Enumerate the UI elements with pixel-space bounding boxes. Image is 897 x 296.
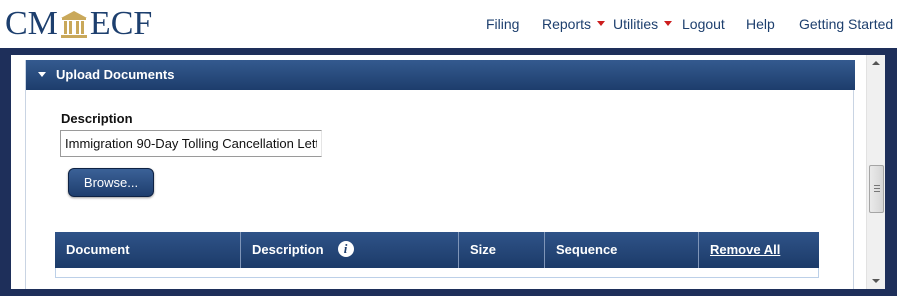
caret-down-icon	[597, 20, 606, 26]
scroll-viewport: Upload Documents Description Browse... D…	[11, 55, 885, 289]
nav-reports[interactable]: Reports	[542, 16, 606, 32]
browse-button[interactable]: Browse...	[68, 168, 154, 197]
scroll-up-button[interactable]	[867, 55, 885, 72]
grip-line	[874, 185, 880, 186]
caret-down-icon	[664, 20, 673, 26]
info-icon[interactable]: i	[337, 240, 354, 257]
nav-utilities-label: Utilities	[613, 16, 659, 32]
app-header: CM ECF Filing Reports Utilities Logout H…	[0, 0, 897, 48]
col-remove-all: Remove All	[699, 232, 819, 268]
nav-help[interactable]: Help	[746, 16, 775, 32]
col-document: Document	[55, 232, 241, 268]
upload-documents-header[interactable]: Upload Documents	[26, 60, 855, 90]
col-size: Size	[459, 232, 545, 268]
description-input[interactable]	[60, 130, 322, 157]
nav-filing[interactable]: Filing	[486, 16, 519, 32]
table-row	[55, 268, 819, 278]
col-description: Description i	[241, 232, 459, 268]
documents-table-header: Document Description i Size Sequence Remo…	[55, 232, 819, 268]
upload-documents-panel: Upload Documents Description Browse... D…	[25, 60, 855, 289]
description-label: Description	[61, 111, 133, 126]
content-frame: Upload Documents Description Browse... D…	[0, 48, 897, 296]
scrollbar-thumb[interactable]	[869, 165, 884, 213]
scroll-down-button[interactable]	[867, 272, 885, 289]
vertical-scrollbar[interactable]	[866, 55, 885, 289]
panel-title: Upload Documents	[56, 67, 175, 82]
nav-utilities[interactable]: Utilities	[613, 16, 673, 32]
grip-line	[874, 188, 880, 189]
col-sequence: Sequence	[545, 232, 699, 268]
col-description-label: Description	[252, 242, 324, 257]
remove-all-link[interactable]: Remove All	[710, 242, 780, 257]
arrow-down-icon	[872, 279, 880, 283]
nav-logout[interactable]: Logout	[682, 16, 725, 32]
arrow-up-icon	[872, 61, 880, 65]
documents-table: Document Description i Size Sequence Remo…	[55, 232, 819, 278]
nav-getting-started[interactable]: Getting Started	[799, 16, 893, 32]
main-nav: Filing Reports Utilities Logout Help Get…	[0, 16, 897, 34]
collapse-triangle-icon	[38, 72, 46, 77]
grip-line	[874, 191, 880, 192]
nav-reports-label: Reports	[542, 16, 592, 32]
